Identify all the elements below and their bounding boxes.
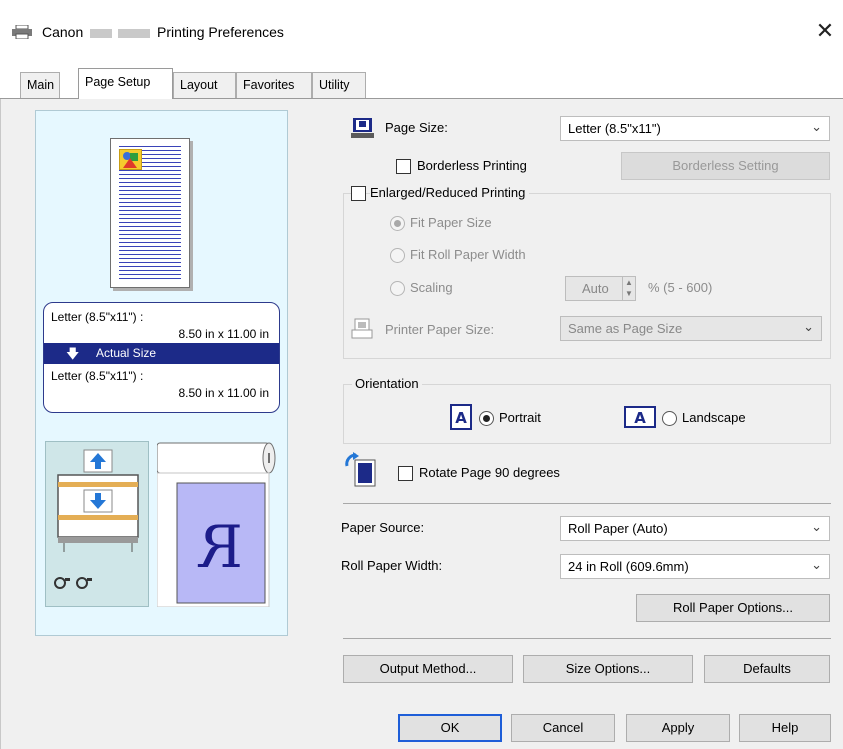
- portrait-label: Portrait: [499, 410, 541, 425]
- output-method-button[interactable]: Output Method...: [343, 655, 513, 683]
- actual-size-bar: 🡇 Actual Size: [44, 343, 279, 364]
- redacted-model-2: [118, 28, 151, 38]
- rotate-label: Rotate Page 90 degrees: [419, 465, 560, 480]
- page-preview: [110, 138, 190, 288]
- paper-source-label: Paper Source:: [341, 520, 425, 535]
- page-size-dropdown[interactable]: Letter (8.5"x11") ⌄: [560, 116, 830, 141]
- down-arrow-icon: 🡇: [66, 346, 80, 361]
- enlarged-label: Enlarged/Reduced Printing: [370, 185, 530, 200]
- scaling-spinner[interactable]: ▲ ▼: [622, 276, 636, 301]
- output-size-dims: 8.50 in x 11.00 in: [178, 386, 269, 400]
- apply-button[interactable]: Apply: [626, 714, 730, 742]
- roll-paper-graphic: R: [156, 442, 276, 608]
- original-size-label: Letter (8.5"x11") :: [51, 310, 144, 324]
- preview-panel: Letter (8.5"x11") : 8.50 in x 11.00 in 🡇…: [35, 110, 288, 636]
- landscape-radio[interactable]: [662, 411, 677, 426]
- chevron-down-icon: ⌄: [811, 119, 822, 134]
- svg-text:A: A: [634, 409, 646, 427]
- size-info-box: Letter (8.5"x11") : 8.50 in x 11.00 in 🡇…: [43, 302, 280, 413]
- ok-button[interactable]: OK: [398, 714, 502, 742]
- printer-icon: [12, 25, 32, 39]
- scaling-value: Auto: [582, 281, 609, 296]
- printer-illustration: [45, 441, 149, 607]
- scaling-label: Scaling: [410, 280, 453, 295]
- borderless-setting-button[interactable]: Borderless Setting: [621, 152, 830, 180]
- output-size-label: Letter (8.5"x11") :: [51, 369, 144, 383]
- paper-source-dropdown[interactable]: Roll Paper (Auto) ⌄: [560, 516, 830, 541]
- title-prefix: Canon: [42, 24, 84, 40]
- landscape-icon: A: [624, 406, 656, 428]
- close-button[interactable]: ✕: [812, 18, 838, 44]
- tab-favorites[interactable]: Favorites: [236, 72, 312, 98]
- roll-paper-options-button[interactable]: Roll Paper Options...: [636, 594, 830, 622]
- portrait-radio[interactable]: [479, 411, 494, 426]
- orientation-group: [343, 384, 831, 444]
- tab-layout[interactable]: Layout: [173, 72, 236, 98]
- tab-utility[interactable]: Utility: [312, 72, 366, 98]
- window-title: Canon Printing Preferences: [42, 24, 284, 40]
- title-suffix: Printing Preferences: [157, 24, 284, 40]
- printer-paper-size-label: Printer Paper Size:: [385, 322, 495, 337]
- shapes-icon: [123, 152, 138, 168]
- cancel-button[interactable]: Cancel: [511, 714, 615, 742]
- actual-size-label: Actual Size: [96, 346, 157, 360]
- scaling-range: % (5 - 600): [648, 280, 713, 295]
- chevron-down-icon: ⌄: [803, 319, 814, 334]
- roll-paper-illustration: R: [156, 441, 281, 608]
- fit-paper-size-label: Fit Paper Size: [410, 215, 492, 230]
- borderless-checkbox[interactable]: [396, 159, 411, 174]
- page-size-icon: [351, 118, 374, 138]
- svg-text:A: A: [455, 409, 467, 427]
- rotate-page-icon: [345, 452, 376, 487]
- roll-width-label: Roll Paper Width:: [341, 558, 443, 573]
- tab-main[interactable]: Main: [20, 72, 60, 98]
- printer-graphic: [54, 449, 139, 589]
- fit-roll-width-radio[interactable]: [390, 248, 405, 263]
- roll-width-dropdown[interactable]: 24 in Roll (609.6mm) ⌄: [560, 554, 830, 579]
- printer-paper-size-icon: [351, 318, 373, 339]
- orientation-label: Orientation: [352, 376, 422, 391]
- chevron-down-icon: ⌄: [811, 557, 822, 572]
- svg-text:R: R: [197, 513, 243, 581]
- portrait-icon: A: [450, 404, 472, 430]
- landscape-label: Landscape: [682, 410, 746, 425]
- rotate-checkbox[interactable]: [398, 466, 413, 481]
- help-button[interactable]: Help: [739, 714, 831, 742]
- fit-paper-size-radio[interactable]: [390, 216, 405, 231]
- paper-source-value: Roll Paper (Auto): [568, 521, 668, 536]
- divider: [343, 638, 831, 639]
- scaling-input[interactable]: Auto: [565, 276, 623, 301]
- redacted-model: [90, 28, 113, 38]
- image-icon: [119, 149, 142, 170]
- tab-page-setup[interactable]: Page Setup: [78, 68, 173, 99]
- defaults-button[interactable]: Defaults: [704, 655, 830, 683]
- page-size-value: Letter (8.5"x11"): [568, 121, 661, 136]
- original-size-dims: 8.50 in x 11.00 in: [178, 327, 269, 341]
- printer-paper-size-dropdown[interactable]: Same as Page Size ⌄: [560, 316, 822, 341]
- size-options-button[interactable]: Size Options...: [523, 655, 693, 683]
- printer-paper-size-value: Same as Page Size: [568, 321, 683, 336]
- page-size-label: Page Size:: [385, 120, 448, 135]
- scaling-radio[interactable]: [390, 281, 405, 296]
- divider: [343, 503, 831, 504]
- roll-width-value: 24 in Roll (609.6mm): [568, 559, 689, 574]
- roll-unit-icons: [54, 577, 92, 589]
- tab-strip: Main Page Setup Layout Favorites Utility: [0, 68, 843, 99]
- borderless-label: Borderless Printing: [417, 158, 527, 173]
- chevron-down-icon: ⌄: [811, 519, 822, 534]
- title-bar: Canon Printing Preferences ✕: [0, 0, 843, 46]
- enlarged-checkbox[interactable]: [351, 186, 366, 201]
- fit-roll-width-label: Fit Roll Paper Width: [410, 247, 526, 262]
